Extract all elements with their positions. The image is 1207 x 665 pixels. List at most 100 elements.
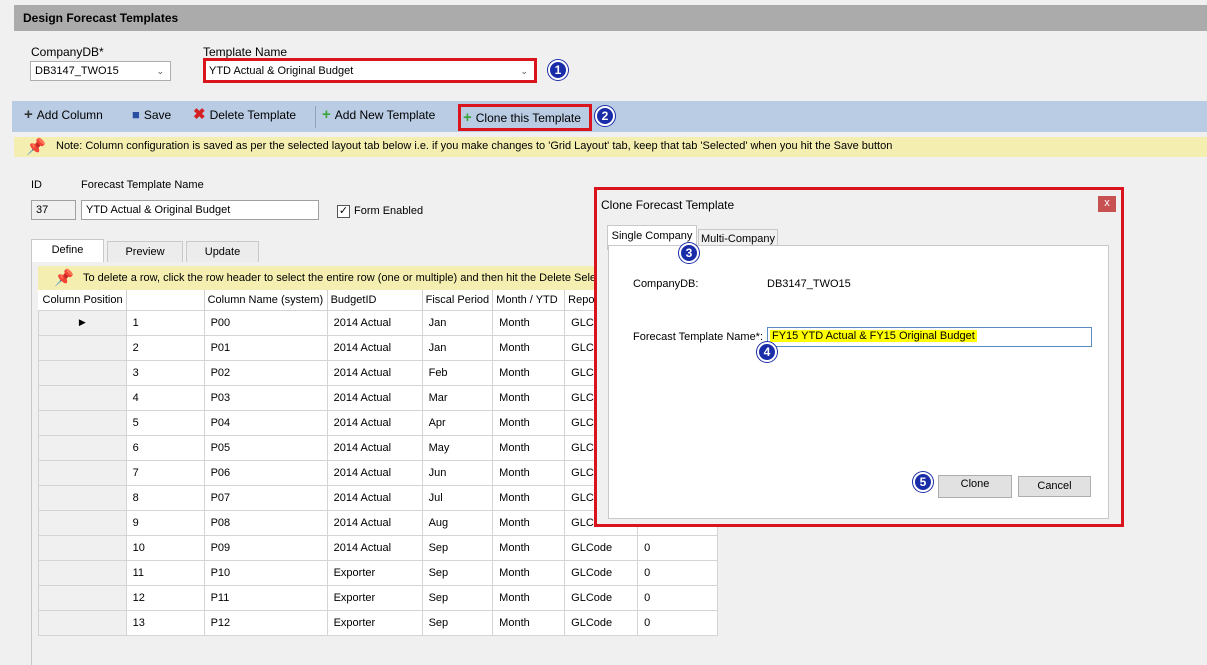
clone-template-button[interactable]: + Clone this Template	[458, 104, 592, 131]
cell-budgetid[interactable]: 2014 Actual	[326, 309, 423, 336]
cell-budgetid[interactable]: 2014 Actual	[326, 384, 423, 411]
row-header[interactable]	[38, 534, 127, 561]
cell-position[interactable]: 3	[125, 359, 205, 386]
cell-budgetid[interactable]: 2014 Actual	[326, 484, 423, 511]
cell-position[interactable]: 9	[125, 509, 205, 536]
cell-column-name[interactable]: P04	[203, 409, 328, 436]
cell-budgetid[interactable]: Exporter	[326, 609, 423, 636]
close-icon[interactable]: x	[1098, 196, 1116, 212]
save-button[interactable]: ■ Save	[132, 108, 171, 123]
cell-column-name[interactable]: P10	[203, 559, 328, 586]
cell-column-name[interactable]: P01	[203, 334, 328, 361]
table-row[interactable]: 12 P11 Exporter Sep Month GLCode 0	[38, 584, 719, 611]
cell-position[interactable]: 13	[125, 609, 205, 636]
cell-budgetid[interactable]: 2014 Actual	[326, 409, 423, 436]
dialog-name-input[interactable]: FY15 YTD Actual & FY15 Original Budget	[767, 327, 1092, 347]
cell-budgetid[interactable]: 2014 Actual	[326, 359, 423, 386]
grid-header-column-name[interactable]: Column Name (system)	[204, 290, 328, 310]
cell-last[interactable]: 0	[637, 559, 719, 586]
cell-month-ytd[interactable]: Month	[492, 609, 566, 636]
cell-column-name[interactable]: P02	[203, 359, 328, 386]
cell-column-name[interactable]: P00	[203, 309, 328, 336]
template-select[interactable]: YTD Actual & Original Budget ⌄	[203, 58, 537, 83]
cell-fiscal-period[interactable]: Mar	[421, 384, 494, 411]
template-name-field[interactable]: YTD Actual & Original Budget	[81, 200, 319, 220]
cell-fiscal-period[interactable]: Aug	[421, 509, 494, 536]
cell-month-ytd[interactable]: Month	[492, 334, 566, 361]
cell-month-ytd[interactable]: Month	[492, 459, 566, 486]
cell-fiscal-period[interactable]: Jun	[421, 459, 494, 486]
cell-position[interactable]: 6	[125, 434, 205, 461]
cell-last[interactable]: 0	[637, 609, 719, 636]
cell-budgetid[interactable]: 2014 Actual	[326, 334, 423, 361]
cell-fiscal-period[interactable]: Jul	[421, 484, 494, 511]
clone-button[interactable]: Clone	[938, 475, 1012, 498]
tab-preview[interactable]: Preview	[107, 241, 183, 262]
cell-month-ytd[interactable]: Month	[492, 584, 566, 611]
cancel-button[interactable]: Cancel	[1018, 476, 1091, 497]
row-header[interactable]	[38, 434, 127, 461]
row-header[interactable]	[38, 409, 127, 436]
cell-position[interactable]: 5	[125, 409, 205, 436]
cell-month-ytd[interactable]: Month	[492, 534, 566, 561]
cell-budgetid[interactable]: Exporter	[326, 559, 423, 586]
row-header[interactable]	[38, 484, 127, 511]
cell-position[interactable]: 11	[125, 559, 205, 586]
add-column-button[interactable]: + Add Column	[24, 107, 103, 122]
cell-column-name[interactable]: P03	[203, 384, 328, 411]
row-header[interactable]	[38, 584, 127, 611]
cell-budgetid[interactable]: 2014 Actual	[326, 509, 423, 536]
cell-column-name[interactable]: P06	[203, 459, 328, 486]
grid-header-budgetid[interactable]: BudgetID	[327, 290, 423, 310]
cell-report-level[interactable]: GLCode	[564, 534, 639, 561]
company-select[interactable]: DB3147_TWO15 ⌄	[30, 61, 171, 81]
table-row[interactable]: 11 P10 Exporter Sep Month GLCode 0	[38, 559, 719, 586]
cell-month-ytd[interactable]: Month	[492, 409, 566, 436]
table-row[interactable]: 13 P12 Exporter Sep Month GLCode 0	[38, 609, 719, 636]
grid-header-fiscal-period[interactable]: Fiscal Period	[422, 290, 494, 310]
form-enabled-checkbox[interactable]: ✓	[337, 205, 350, 218]
cell-fiscal-period[interactable]: Jan	[421, 334, 494, 361]
tab-define[interactable]: Define	[31, 239, 104, 262]
cell-budgetid[interactable]: Exporter	[326, 584, 423, 611]
row-header[interactable]	[38, 459, 127, 486]
tab-update[interactable]: Update	[186, 241, 259, 262]
cell-fiscal-period[interactable]: Sep	[421, 559, 494, 586]
row-header[interactable]	[38, 359, 127, 386]
cell-fiscal-period[interactable]: Jan	[421, 309, 494, 336]
cell-fiscal-period[interactable]: Sep	[421, 534, 494, 561]
cell-column-name[interactable]: P12	[203, 609, 328, 636]
cell-last[interactable]: 0	[637, 534, 719, 561]
cell-budgetid[interactable]: 2014 Actual	[326, 459, 423, 486]
cell-report-level[interactable]: GLCode	[564, 559, 639, 586]
cell-fiscal-period[interactable]: Sep	[421, 584, 494, 611]
cell-column-name[interactable]: P05	[203, 434, 328, 461]
cell-month-ytd[interactable]: Month	[492, 434, 566, 461]
add-new-template-button[interactable]: + Add New Template	[322, 107, 435, 122]
cell-position[interactable]: 10	[125, 534, 205, 561]
cell-column-name[interactable]: P09	[203, 534, 328, 561]
cell-last[interactable]: 0	[637, 584, 719, 611]
cell-fiscal-period[interactable]: Feb	[421, 359, 494, 386]
cell-month-ytd[interactable]: Month	[492, 359, 566, 386]
cell-fiscal-period[interactable]: May	[421, 434, 494, 461]
cell-report-level[interactable]: GLCode	[564, 584, 639, 611]
grid-header-column-position[interactable]: Column Position	[38, 290, 127, 310]
cell-budgetid[interactable]: 2014 Actual	[326, 434, 423, 461]
cell-month-ytd[interactable]: Month	[492, 509, 566, 536]
cell-month-ytd[interactable]: Month	[492, 559, 566, 586]
row-header[interactable]	[38, 384, 127, 411]
cell-position[interactable]: 12	[125, 584, 205, 611]
table-row[interactable]: 10 P09 2014 Actual Sep Month GLCode 0	[38, 534, 719, 561]
row-header[interactable]	[38, 509, 127, 536]
cell-month-ytd[interactable]: Month	[492, 484, 566, 511]
cell-column-name[interactable]: P11	[203, 584, 328, 611]
cell-budgetid[interactable]: 2014 Actual	[326, 534, 423, 561]
cell-fiscal-period[interactable]: Apr	[421, 409, 494, 436]
cell-position[interactable]: 8	[125, 484, 205, 511]
cell-month-ytd[interactable]: Month	[492, 309, 566, 336]
row-header[interactable]	[38, 609, 127, 636]
cell-report-level[interactable]: GLCode	[564, 609, 639, 636]
cell-position[interactable]: 7	[125, 459, 205, 486]
row-header[interactable]: ▶	[38, 309, 127, 336]
